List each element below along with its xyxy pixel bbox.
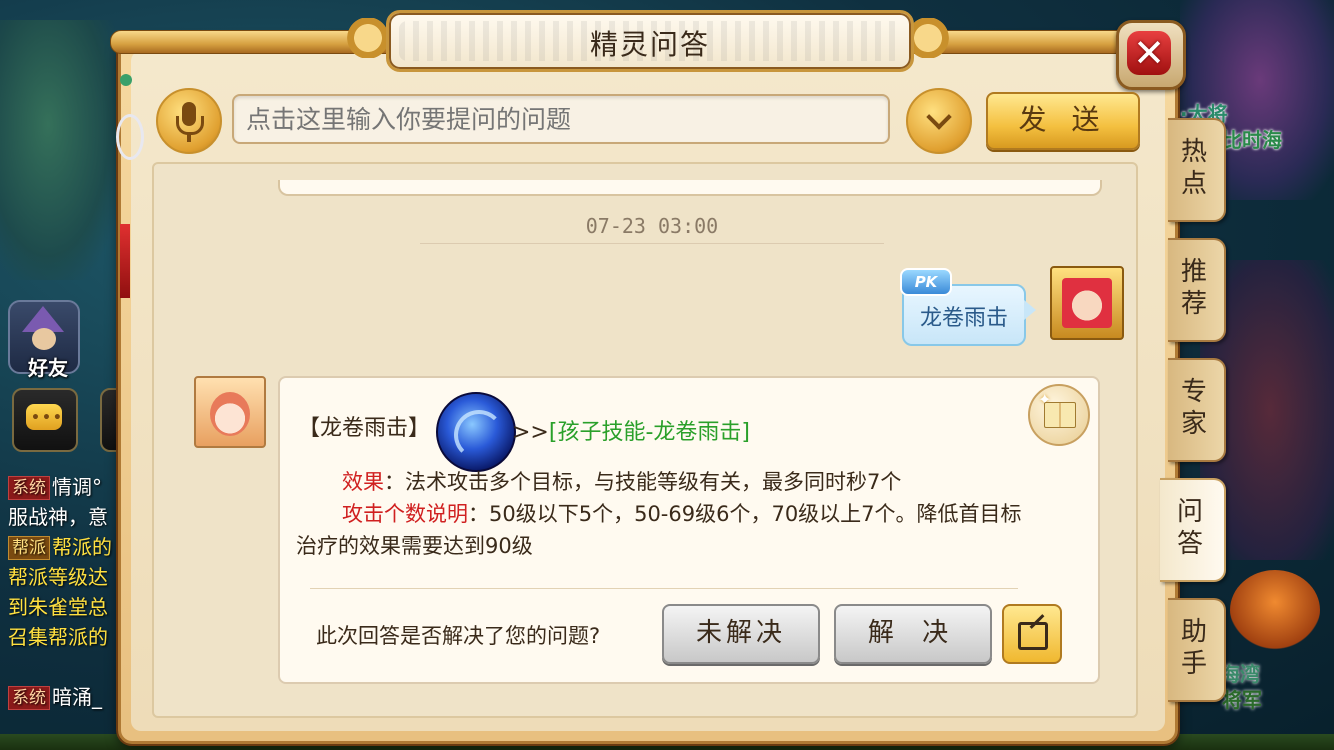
microphone-foot [187, 134, 191, 142]
background-coral-left [0, 20, 120, 280]
chat-button[interactable]: ••• [12, 388, 78, 452]
npc-location-bottom: 海湾 [1220, 662, 1260, 686]
bubble-tail [1024, 300, 1036, 320]
chevron-down-icon [926, 104, 952, 130]
dialog-title-plate: 精灵问答 [386, 10, 914, 72]
skill-swirl [454, 410, 504, 460]
feedback-question: 此次回答是否解决了您的问题? [316, 624, 601, 648]
microphone-stand [176, 116, 204, 135]
tab-label: 助手 [1180, 617, 1207, 679]
user-avatar[interactable] [1050, 266, 1124, 340]
close-button[interactable]: ✕ [1116, 20, 1186, 90]
tab-recommend[interactable]: 推荐 [1168, 238, 1226, 342]
chat-dots: ••• [31, 410, 64, 426]
skill-link[interactable]: >>[孩子技能-龙卷雨击] [512, 414, 750, 446]
crab-general-sprite [1230, 570, 1320, 650]
history-dropdown-button[interactable] [906, 88, 972, 154]
game-left-panel: 好友 ••• 系统 情调° 服战神，意 帮派 帮派的 帮派等级达 到朱雀堂总 召集帮… [0, 290, 144, 750]
effect-line: 效果：法术攻击多个目标，与技能等级有关，最多同时秒7个 [342, 466, 901, 496]
charm-knot [116, 114, 144, 160]
count-text: ：50级以下5个，50-69级6个，70级以上7个。降低首目标 [468, 502, 1022, 526]
spirit-avatar-portrait [210, 392, 250, 436]
user-message-text: 龙卷雨击 [919, 306, 1008, 331]
dialog-title: 精灵问答 [589, 28, 710, 61]
link-text[interactable]: [孩子技能-龙卷雨击] [549, 420, 750, 445]
timestamp-divider [420, 243, 884, 244]
charm-tassel [120, 224, 130, 298]
spirit-avatar [194, 376, 266, 448]
chat-text: 帮派的 [52, 535, 112, 559]
user-avatar-portrait [1062, 278, 1112, 328]
system-tag: 系统 [8, 686, 50, 710]
tab-assistant[interactable]: 助手 [1168, 598, 1226, 702]
skill-name: 【龙卷雨击】 [298, 416, 431, 441]
previous-message-edge [278, 180, 1102, 196]
charm-bead [120, 74, 132, 86]
tab-qa[interactable]: 问答 [1160, 478, 1226, 582]
send-button[interactable]: 发 送 [986, 92, 1140, 150]
link-arrows: >> [512, 420, 549, 445]
tab-label: 热点 [1180, 137, 1207, 199]
question-input[interactable] [232, 94, 890, 144]
chat-text: 召集帮派的 [8, 625, 108, 649]
system-tag: 系统 [8, 476, 50, 500]
tab-expert[interactable]: 专家 [1168, 358, 1226, 462]
tab-label: 问答 [1176, 497, 1203, 559]
hanging-charm [112, 74, 144, 298]
tab-hot[interactable]: 热点 [1168, 118, 1226, 222]
voice-input-button[interactable] [156, 88, 222, 154]
chat-text: 到朱雀堂总 [8, 595, 108, 619]
npc-name-bottom: 将军 [1222, 688, 1262, 712]
book-pages [1044, 402, 1076, 428]
close-icon: ✕ [1127, 31, 1171, 75]
count-line: 攻击个数说明：50级以下5个，50-69级6个，70级以上7个。降低首目标 [342, 498, 1022, 528]
count-line-continued: 治疗的效果需要达到90级 [296, 534, 533, 558]
chat-text: 帮派等级达 [8, 565, 108, 589]
solved-button[interactable]: 解 决 [834, 604, 992, 664]
skill-icon[interactable] [436, 392, 516, 472]
effect-text: ：法术攻击多个目标，与技能等级有关，最多同时秒7个 [384, 470, 902, 494]
count-label: 攻击个数说明 [342, 502, 468, 526]
friends-label: 好友 [28, 356, 68, 380]
guild-tag: 帮派 [8, 536, 50, 560]
npc-location-top: 比时海 [1222, 128, 1282, 152]
answer-divider [310, 588, 1018, 589]
pk-badge: PK [900, 268, 952, 296]
chat-text: 暗涌_ [52, 685, 102, 709]
friends-button[interactable]: 好友 [8, 300, 80, 380]
tab-label: 专家 [1180, 377, 1207, 439]
chat-text: 情调° [52, 475, 102, 499]
tab-label: 推荐 [1180, 257, 1207, 319]
unsolved-button[interactable]: 未解决 [662, 604, 820, 664]
book-icon[interactable]: ✦ [1028, 384, 1090, 446]
share-button[interactable] [1002, 604, 1062, 664]
chat-text: 服战神，意 [8, 505, 108, 529]
friend-avatar-face [32, 328, 56, 350]
effect-label: 效果 [342, 470, 384, 494]
message-timestamp: 07-23 03:00 [585, 214, 719, 238]
